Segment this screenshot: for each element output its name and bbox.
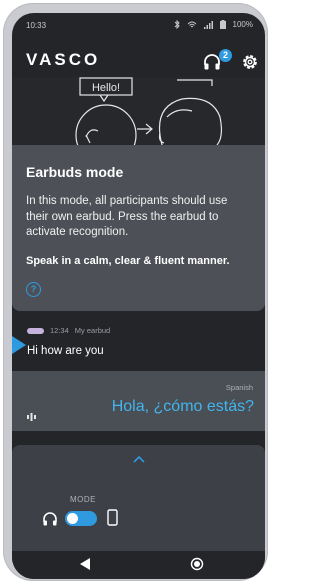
message-source: My earbud: [74, 326, 111, 335]
translation-language: Spanish: [225, 383, 253, 392]
phone-mode-icon[interactable]: [107, 509, 118, 526]
wifi-icon: [187, 21, 196, 27]
help-icon[interactable]: ?: [26, 282, 41, 297]
mode-panel: MODE: [12, 445, 265, 563]
dialog-title: Earbuds mode: [26, 164, 124, 180]
audio-play-icon[interactable]: [27, 413, 39, 421]
dialog-emphasis: Speak in a calm, clear & fluent manner.: [26, 255, 230, 267]
illustration-drawing: Hello!: [75, 77, 223, 145]
phone-frame: 10:33 100% VASCO 2 Hello! Earbuds mode I…: [3, 3, 268, 581]
bluetooth-icon: [174, 20, 180, 29]
vasco-logo: VASCO: [26, 50, 101, 69]
app-header: VASCO 2: [12, 37, 265, 77]
status-time: 10:33: [26, 21, 47, 30]
toggle-knob: [67, 513, 78, 524]
mode-toggle[interactable]: [65, 511, 97, 526]
headphones-mode-icon[interactable]: [42, 511, 58, 527]
message-time: 12:34: [50, 326, 69, 335]
home-icon[interactable]: [190, 557, 204, 571]
back-icon[interactable]: [79, 557, 91, 571]
dialog-body: In this mode, all participants should us…: [26, 195, 228, 238]
message-meta: 12:34 My earbud: [27, 326, 110, 335]
battery-icon: [219, 20, 226, 29]
screen: 10:33 100% VASCO 2 Hello! Earbuds mode I…: [12, 13, 265, 579]
chevron-up-icon[interactable]: [131, 453, 147, 465]
gear-icon[interactable]: [240, 52, 260, 72]
android-nav-bar: [12, 551, 265, 579]
earbuds-mode-dialog: Earbuds mode In this mode, all participa…: [12, 145, 265, 311]
status-icons: 100%: [174, 20, 253, 29]
signal-icon: [203, 20, 213, 29]
notification-badge: 2: [219, 49, 232, 62]
mode-label: MODE: [70, 495, 96, 504]
status-bar: 10:33 100%: [12, 13, 265, 33]
translation-text: Hola, ¿cómo estás?: [111, 398, 254, 415]
pointer-arrow-icon: [12, 336, 26, 354]
message-text: Hi how are you: [27, 345, 104, 357]
earbuds-illustration: Hello!: [12, 77, 265, 145]
translation-card[interactable]: Spanish Hola, ¿cómo estás?: [12, 371, 265, 431]
speaker-color-chip: [27, 327, 44, 334]
speech-bubble-text: Hello!: [92, 82, 120, 94]
battery-percent: 100%: [232, 20, 253, 29]
